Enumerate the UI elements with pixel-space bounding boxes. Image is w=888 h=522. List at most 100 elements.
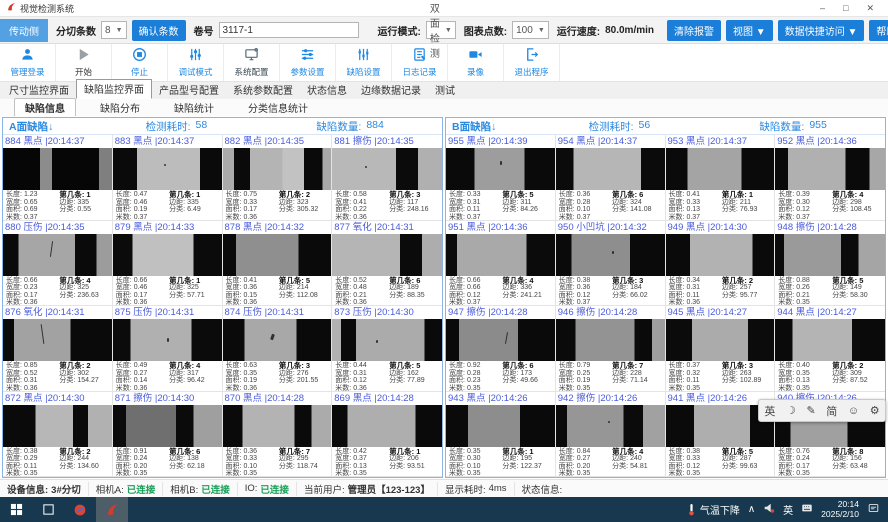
ime-gear-icon[interactable]: ⚙ [870, 404, 880, 417]
defect-image[interactable] [113, 319, 222, 361]
defect-image[interactable] [666, 319, 775, 361]
sub-tab-1[interactable]: 缺陷分布 [90, 99, 150, 116]
toolbar-button-camera[interactable]: 录像 [448, 44, 504, 81]
main-tab-0[interactable]: 尺寸监控界面 [2, 81, 76, 99]
defect-image[interactable] [3, 405, 112, 447]
defect-image[interactable] [113, 405, 222, 447]
defect-cell[interactable]: 879 黑点 |20:14:33长度:0.66宽度:0.46面积:0.17米数:… [113, 221, 223, 307]
active-app-icon[interactable] [96, 497, 128, 522]
toolbar-button-system-config[interactable]: 系统配置 [224, 44, 280, 81]
toolbar-button-exit[interactable]: 退出程序 [504, 44, 560, 81]
help-menu-button[interactable]: 帮助 ▼ [869, 20, 888, 41]
main-tab-5[interactable]: 边缘数据记录 [354, 81, 428, 99]
ime-lang-en[interactable]: 英 [764, 403, 775, 419]
main-tab-2[interactable]: 产品型号配置 [152, 81, 226, 99]
toolbar-button-stop[interactable]: 停止 [112, 44, 168, 81]
task-view-button[interactable] [32, 497, 64, 522]
toolbar-button-defect-settings[interactable]: 缺陷设置 [336, 44, 392, 81]
defect-image[interactable] [223, 234, 332, 276]
tray-expand-button[interactable]: ∧ [748, 504, 755, 515]
defect-image[interactable] [775, 148, 885, 190]
defect-cell[interactable]: 874 压伤 |20:14:31长度:0.63宽度:0.35面积:0.19米数:… [223, 306, 333, 392]
toolbar-button-user[interactable]: 管理登录 [0, 44, 56, 81]
defect-cell[interactable]: 883 黑点 |20:14:37长度:0.47宽度:0.46面积:0.19米数:… [113, 135, 223, 221]
split-count-select[interactable]: 8▼ [101, 21, 127, 39]
ime-moon-icon[interactable]: ☽ [786, 404, 796, 417]
defect-image[interactable] [332, 234, 442, 276]
defect-cell[interactable]: 954 黑点 |20:14:37长度:0.36宽度:0.28面积:0.10米数:… [556, 135, 666, 221]
defect-image[interactable] [3, 148, 112, 190]
data-access-menu-button[interactable]: 数据快捷访问 ▼ [778, 20, 865, 41]
weather-widget[interactable]: 气温下降 [686, 502, 740, 517]
pinned-app-icon[interactable] [64, 497, 96, 522]
ime-pen-icon[interactable]: ✎ [806, 404, 815, 417]
roll-number-input[interactable] [219, 22, 359, 38]
defect-cell[interactable]: 944 黑点 |20:14:27长度:0.40宽度:0.35面积:0.13米数:… [775, 306, 885, 392]
defect-image[interactable] [556, 405, 665, 447]
defect-cell[interactable]: 946 擦伤 |20:14:28长度:0.79宽度:0.25面积:0.19米数:… [556, 306, 666, 392]
defect-cell[interactable]: 870 黑点 |20:14:28长度:0.36宽度:0.33面积:0.10米数:… [223, 392, 333, 478]
defect-cell[interactable]: 881 擦伤 |20:14:35长度:0.58宽度:0.41面积:0.22米数:… [332, 135, 442, 221]
sub-tab-0[interactable]: 缺陷信息 [14, 98, 76, 117]
minimize-button[interactable]: – [820, 3, 825, 13]
defect-image[interactable] [666, 234, 775, 276]
ime-smiley-icon[interactable]: ☺ [848, 405, 859, 417]
language-indicator[interactable]: 英 [783, 502, 793, 517]
defect-cell[interactable]: 875 压伤 |20:14:31长度:0.49宽度:0.27面积:0.14米数:… [113, 306, 223, 392]
defect-cell[interactable]: 953 黑点 |20:14:37长度:0.41宽度:0.33面积:0.13米数:… [666, 135, 776, 221]
defect-cell[interactable]: 872 黑点 |20:14:30长度:0.38宽度:0.29面积:0.11米数:… [3, 392, 113, 478]
main-tab-1[interactable]: 缺陷监控界面 [76, 79, 152, 99]
transmission-side-button[interactable]: 传动侧 [0, 19, 48, 42]
defect-image[interactable] [3, 234, 112, 276]
defect-image[interactable] [775, 234, 885, 276]
defect-cell[interactable]: 945 黑点 |20:14:27长度:0.37宽度:0.32面积:0.11米数:… [666, 306, 776, 392]
speaker-icon[interactable] [763, 502, 775, 517]
taskbar-clock[interactable]: 20:14 2025/2/10 [821, 500, 859, 519]
defect-cell[interactable]: 950 小凹坑 |20:14:32长度:0.38宽度:0.36面积:0.12米数… [556, 221, 666, 307]
defect-cell[interactable]: 873 压伤 |20:14:30长度:0.44宽度:0.31面积:0.12米数:… [332, 306, 442, 392]
defect-image[interactable] [446, 319, 555, 361]
defect-image[interactable] [332, 319, 442, 361]
defect-cell[interactable]: 869 黑点 |20:14:28长度:0.42宽度:0.37面积:0.13米数:… [332, 392, 442, 478]
defect-image[interactable] [556, 319, 665, 361]
defect-image[interactable] [223, 405, 332, 447]
defect-cell[interactable]: 880 压伤 |20:14:35长度:0.66宽度:0.23面积:0.17米数:… [3, 221, 113, 307]
main-tab-3[interactable]: 系统参数配置 [226, 81, 300, 99]
defect-cell[interactable]: 882 黑点 |20:14:35长度:0.75宽度:0.33面积:0.17米数:… [223, 135, 333, 221]
defect-cell[interactable]: 871 擦伤 |20:14:30长度:0.91宽度:0.24面积:0.20米数:… [113, 392, 223, 478]
confirm-count-button[interactable]: 确认条数 [132, 20, 186, 41]
defect-cell[interactable]: 952 黑点 |20:14:36长度:0.39宽度:0.30面积:0.12米数:… [775, 135, 885, 221]
defect-image[interactable] [3, 319, 112, 361]
defect-cell[interactable]: 949 黑点 |20:14:30长度:0.34宽度:0.31面积:0.11米数:… [666, 221, 776, 307]
toolbar-button-param-settings[interactable]: 参数设置 [280, 44, 336, 81]
clear-alarm-button[interactable]: 清除报警 [667, 20, 721, 41]
chart-points-select[interactable]: 100▼ [512, 21, 549, 39]
defect-cell[interactable]: 943 黑点 |20:14:26长度:0.35宽度:0.30面积:0.10米数:… [446, 392, 556, 478]
defect-image[interactable] [332, 148, 442, 190]
defect-image[interactable] [113, 234, 222, 276]
main-tab-6[interactable]: 测试 [428, 81, 462, 99]
sub-tab-3[interactable]: 分类信息统计 [238, 99, 318, 116]
view-menu-button[interactable]: 视图 ▼ [726, 20, 773, 41]
defect-image[interactable] [223, 148, 332, 190]
ime-tray-icon[interactable] [801, 502, 813, 517]
main-tab-4[interactable]: 状态信息 [300, 81, 354, 99]
defect-image[interactable] [446, 234, 555, 276]
start-button[interactable] [0, 497, 32, 522]
maximize-button[interactable]: □ [843, 3, 848, 13]
panel-title[interactable]: B面缺陷↓ [452, 119, 589, 134]
defect-image[interactable] [446, 148, 555, 190]
defect-cell[interactable]: 948 擦伤 |20:14:28长度:0.88宽度:0.26面积:0.21米数:… [775, 221, 885, 307]
toolbar-button-play[interactable]: 开始 [56, 44, 112, 81]
defect-image[interactable] [332, 405, 442, 447]
ime-simplified[interactable]: 简 [826, 403, 837, 419]
toolbar-button-debug-mode[interactable]: 调试模式 [168, 44, 224, 81]
defect-cell[interactable]: 942 擦伤 |20:14:26长度:0.84宽度:0.27面积:0.20米数:… [556, 392, 666, 478]
panel-title[interactable]: A面缺陷↓ [9, 119, 146, 134]
notification-center-icon[interactable] [867, 502, 880, 517]
defect-cell[interactable]: 878 黑点 |20:14:32长度:0.41宽度:0.36面积:0.15米数:… [223, 221, 333, 307]
defect-cell[interactable]: 877 氧化 |20:14:31长度:0.52宽度:0.48面积:0.21米数:… [332, 221, 442, 307]
defect-cell[interactable]: 884 黑点 |20:14:37长度:1.23宽度:0.65面积:0.69米数:… [3, 135, 113, 221]
defect-image[interactable] [666, 148, 775, 190]
sub-tab-2[interactable]: 缺陷统计 [164, 99, 224, 116]
